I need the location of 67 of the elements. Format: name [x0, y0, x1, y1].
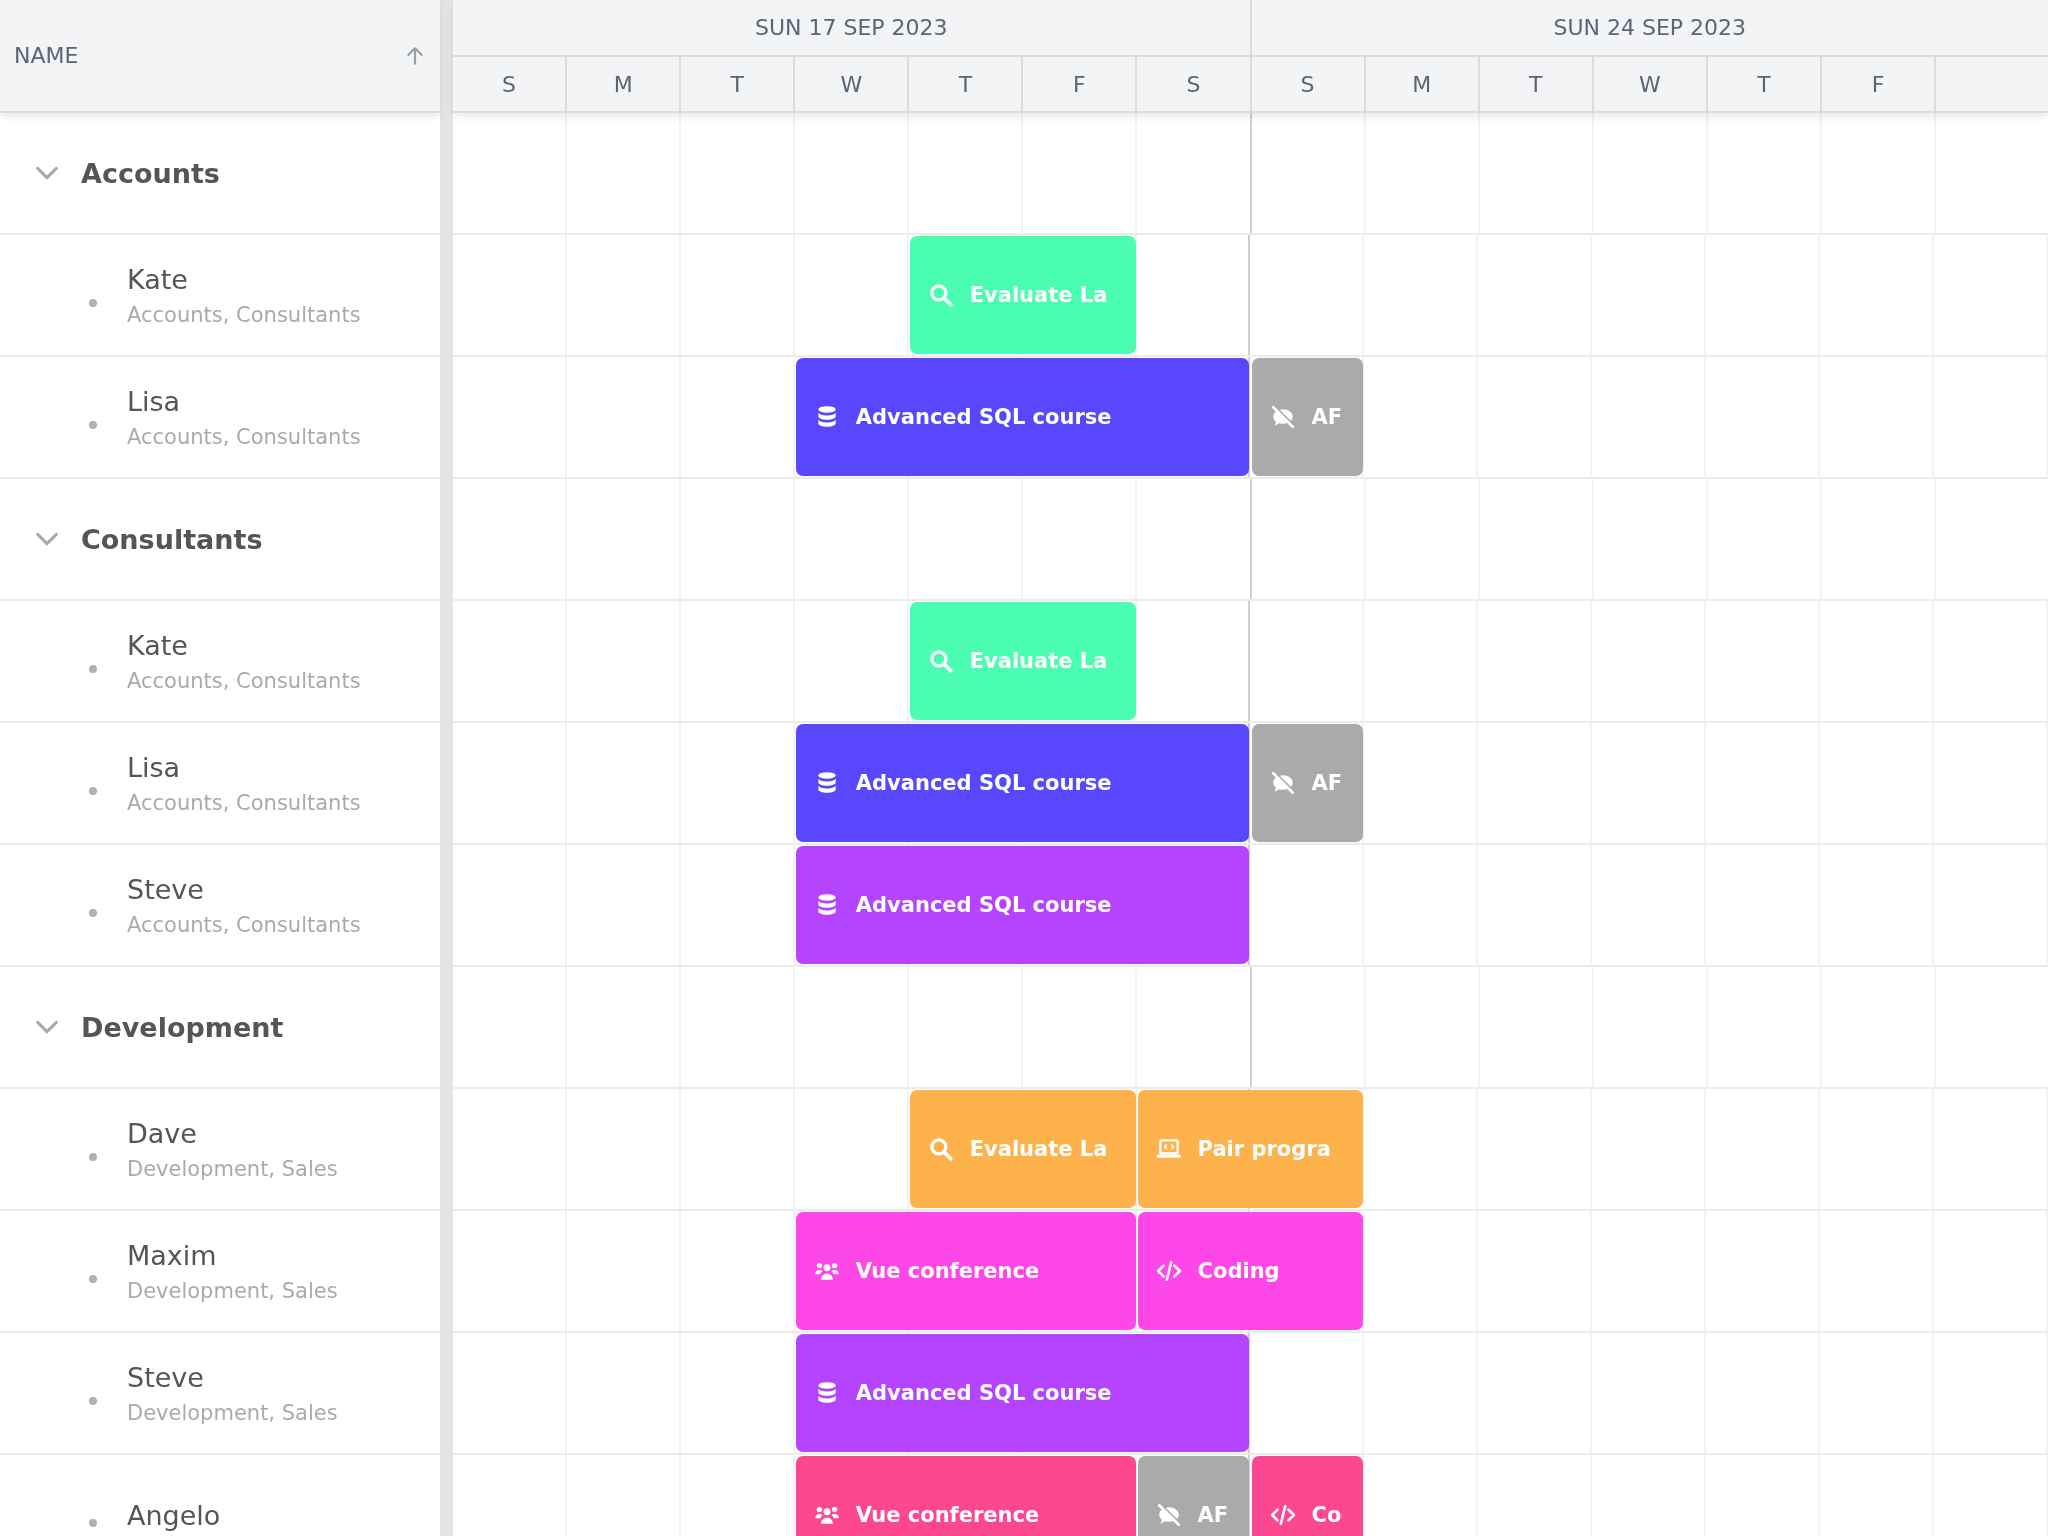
bullet-icon: [89, 299, 97, 307]
week-label: SUN 17 SEP 2023: [453, 0, 1252, 55]
group-name: Accounts: [81, 157, 220, 189]
team-list: Development, Sales: [127, 1156, 338, 1181]
team-list: Development, Sales: [127, 1278, 338, 1303]
bullet-icon: [89, 1519, 97, 1527]
event-bar[interactable]: Vue conference: [795, 1212, 1136, 1330]
search-icon: [927, 282, 954, 308]
day-label: W: [1638, 71, 1661, 97]
muted-chat-icon: [1269, 770, 1296, 796]
day-label: F: [1073, 71, 1086, 97]
event-bar[interactable]: Vue conference: [795, 1456, 1136, 1536]
event-bar[interactable]: Pair progra: [1137, 1090, 1364, 1208]
day-label: M: [1412, 71, 1432, 97]
team-list: Accounts, Consultants: [127, 668, 361, 693]
person-name: Maxim: [127, 1239, 218, 1271]
day-label: S: [502, 71, 516, 97]
muted-chat-icon: [1269, 404, 1296, 430]
person-name: Kate: [127, 629, 189, 661]
person-name: Lisa: [127, 385, 182, 417]
bullet-icon: [89, 1153, 97, 1161]
event-bar[interactable]: AF: [1251, 724, 1364, 842]
bullet-icon: [89, 1397, 97, 1405]
code-icon: [1155, 1258, 1182, 1284]
day-label: T: [1757, 71, 1771, 97]
day-label: S: [1186, 71, 1201, 97]
event-bar[interactable]: Advanced SQL course: [795, 358, 1250, 476]
day-label: S: [1300, 71, 1315, 97]
person-name: Lisa: [127, 751, 182, 783]
team-list: Accounts, Consultants: [127, 424, 361, 449]
team-list: Accounts, Consultants: [127, 912, 361, 937]
team-list: Accounts, Consultants: [127, 302, 361, 327]
event-bar[interactable]: Advanced SQL course: [795, 724, 1250, 842]
event-bar[interactable]: Evaluate La: [909, 1090, 1136, 1208]
bullet-icon: [89, 787, 97, 795]
person-name: Steve: [127, 1361, 205, 1393]
search-icon: [927, 1136, 954, 1162]
bullet-icon: [89, 665, 97, 673]
event-bar[interactable]: Co: [1251, 1456, 1364, 1536]
event-bar[interactable]: Coding: [1137, 1212, 1364, 1330]
person-name: Steve: [127, 873, 205, 905]
group-name: Development: [81, 1011, 284, 1043]
person-name: Kate: [127, 263, 189, 295]
day-label: M: [613, 71, 633, 97]
day-label: F: [1871, 71, 1885, 97]
person-name: Angelo: [127, 1499, 221, 1531]
muted-chat-icon: [1155, 1502, 1182, 1528]
bullet-icon: [89, 909, 97, 917]
day-label: T: [730, 71, 744, 97]
event-bar[interactable]: Advanced SQL course: [795, 1334, 1250, 1452]
person-name: Dave: [127, 1117, 198, 1149]
team-list: Accounts, Consultants: [127, 790, 361, 815]
bullet-icon: [89, 421, 97, 429]
day-label: T: [1529, 71, 1543, 97]
event-bar[interactable]: AF: [1137, 1456, 1250, 1536]
day-label: T: [958, 71, 973, 97]
day-label: W: [840, 71, 863, 97]
column-header[interactable]: NAME: [14, 43, 79, 68]
group-name: Consultants: [81, 523, 263, 555]
week-label: SUN 24 SEP 2023: [1552, 14, 1748, 42]
event-bar[interactable]: AF: [1251, 358, 1364, 476]
code-icon: [1269, 1502, 1296, 1528]
event-bar[interactable]: Advanced SQL course: [795, 846, 1250, 964]
search-icon: [927, 648, 954, 674]
bullet-icon: [89, 1275, 97, 1283]
sort-arrow-icon[interactable]: [404, 44, 426, 67]
team-list: Development, Sales: [127, 1400, 338, 1425]
